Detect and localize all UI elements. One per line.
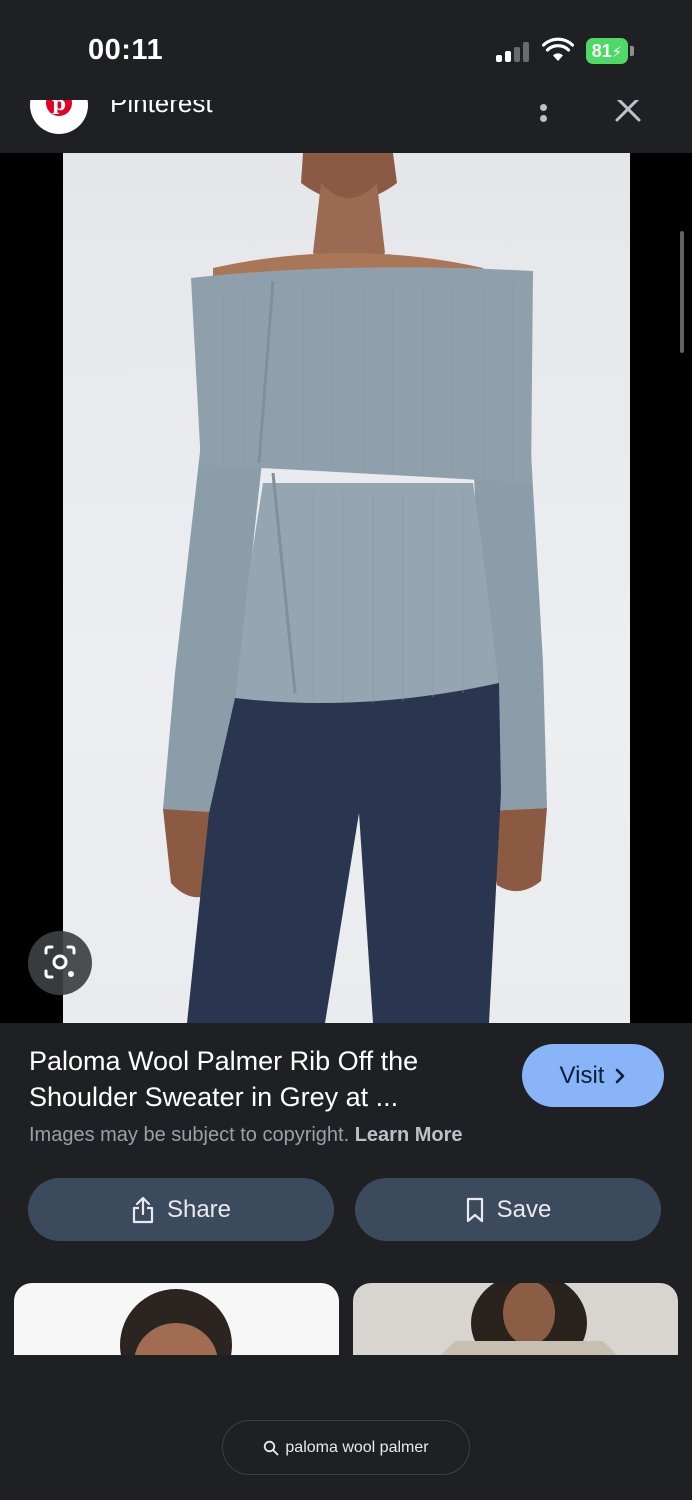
- result-info: Paloma Wool Palmer Rib Off the Shoulder …: [0, 1023, 692, 1283]
- share-icon: [132, 1196, 154, 1223]
- more-dots-icon: [540, 104, 547, 111]
- copyright-text: Images may be subject to copyright.: [29, 1124, 350, 1146]
- source-name[interactable]: Pinterest: [110, 100, 213, 119]
- save-label: Save: [496, 1195, 552, 1223]
- result-title[interactable]: Paloma Wool Palmer Rib Off the Shoulder …: [29, 1043, 499, 1115]
- pinterest-logo-icon: p: [46, 100, 72, 116]
- visit-label: Visit: [559, 1061, 605, 1089]
- cellular-signal-icon: [496, 42, 532, 62]
- search-query-chip[interactable]: paloma wool palmer: [222, 1420, 470, 1475]
- battery-level: 81: [591, 41, 612, 61]
- visit-button[interactable]: Visit: [522, 1044, 664, 1107]
- image-viewer[interactable]: [0, 153, 692, 1023]
- share-button[interactable]: Share: [28, 1178, 334, 1241]
- copyright-notice: Images may be subject to copyright. Lear…: [29, 1124, 463, 1147]
- charging-bolt-icon: ⚡: [611, 44, 623, 61]
- related-card[interactable]: [353, 1283, 678, 1355]
- product-photo: [163, 153, 547, 1023]
- lens-search-button[interactable]: [28, 931, 92, 995]
- source-logo[interactable]: p: [30, 100, 88, 134]
- battery-indicator: 81⚡: [586, 38, 628, 64]
- search-icon: [264, 1440, 279, 1455]
- save-button[interactable]: Save: [355, 1178, 661, 1241]
- more-options-button[interactable]: [530, 100, 558, 130]
- wifi-icon: [542, 37, 574, 61]
- close-icon[interactable]: [612, 100, 644, 124]
- battery-nub: [630, 46, 634, 56]
- status-time: 00:11: [88, 34, 164, 66]
- share-label: Share: [166, 1195, 232, 1223]
- result-header: p Pinterest: [0, 100, 692, 153]
- related-thumbnail: [120, 1289, 232, 1355]
- related-card[interactable]: [14, 1283, 339, 1355]
- more-dot: [540, 115, 547, 122]
- related-results: paloma wool palmer: [0, 1283, 692, 1500]
- chevron-right-icon: [616, 1068, 625, 1083]
- learn-more-link[interactable]: Learn More: [355, 1124, 463, 1146]
- search-query-text: paloma wool palmer: [285, 1438, 429, 1456]
- related-thumbnail: [441, 1283, 617, 1355]
- status-bar: 00:11 81⚡: [0, 0, 692, 100]
- product-image[interactable]: [63, 153, 630, 1023]
- bookmark-icon: [466, 1197, 483, 1222]
- scrollbar[interactable]: [680, 231, 684, 353]
- google-lens-icon: [44, 945, 76, 979]
